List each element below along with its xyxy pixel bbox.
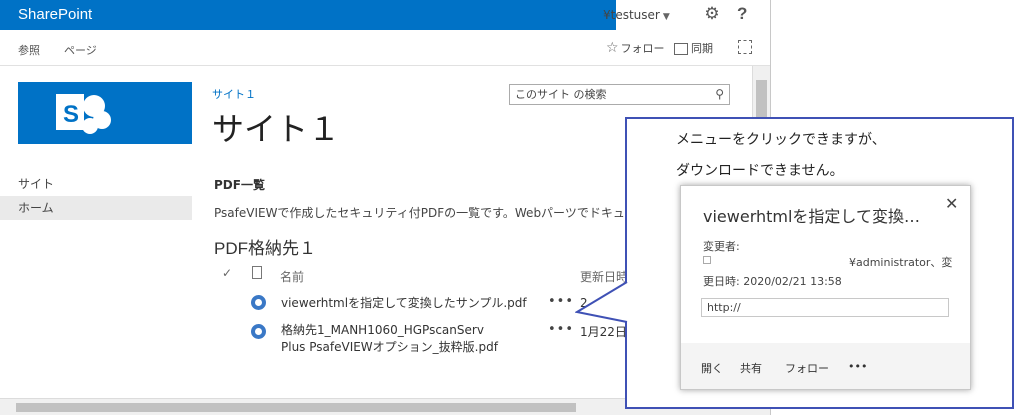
site-logo[interactable]: S [18, 82, 192, 144]
sync-button[interactable]: 同期 [674, 40, 713, 56]
modified-by-label: 変更者: [703, 240, 740, 253]
focus-on-content-icon[interactable] [738, 40, 752, 54]
search-icon[interactable]: ⚲ [715, 85, 724, 104]
callout-text-line2: ダウンロードできません。 [676, 163, 844, 179]
nav-item-home[interactable]: ホーム [0, 196, 192, 220]
modified-by-value[interactable]: ¥administrator、変 [849, 254, 952, 270]
file-name-link-continued[interactable]: Plus PsafeVIEWオプション_抜粋版.pdf [281, 339, 498, 356]
follow-label: フォロー [620, 42, 665, 55]
library-title[interactable]: PDF格納先１ [214, 234, 316, 259]
search-placeholder: このサイト の検索 [515, 88, 607, 101]
tab-browse[interactable]: 参照 [18, 42, 40, 58]
sharepoint-brand[interactable]: SharePoint [0, 0, 616, 30]
user-name: ¥testuser [603, 8, 660, 22]
tab-page[interactable]: ページ [64, 42, 97, 58]
nav-item-site[interactable]: サイト [0, 172, 192, 196]
quick-launch: サイト ホーム [0, 172, 192, 220]
webpart-description: PsafeVIEWで作成したセキュリティ付PDFの一覧です。Webパーツでドキュ… [214, 206, 624, 220]
document-callout-card: viewerhtmlを指定して変換… ✕ 変更者: ¥administrator… [680, 185, 971, 390]
file-name-link[interactable]: viewerhtmlを指定して変換したサンプル.pdf [281, 295, 527, 312]
gear-icon[interactable]: ⚙ [703, 5, 721, 23]
sync-label: 同期 [691, 42, 713, 55]
chevron-down-icon: ▼ [662, 12, 670, 22]
select-all-check-icon[interactable]: ✓ [222, 266, 232, 280]
modified-date: 更日時: 2020/02/21 13:58 [703, 275, 842, 288]
callout-text-line1: メニューをクリックできますが、 [676, 132, 886, 148]
row-menu-ellipsis[interactable]: ••• [548, 322, 574, 337]
card-title[interactable]: viewerhtmlを指定して変換… [703, 203, 943, 227]
sharepoint-logo-icon: S [56, 94, 111, 134]
suite-bar: SharePoint ¥testuser ▼ ⚙ ? [0, 0, 770, 30]
webpart-heading: PDF一覧 [214, 178, 265, 192]
document-type-icon [252, 266, 262, 279]
pdf-file-icon [251, 295, 266, 310]
callout-pointer [575, 281, 628, 323]
column-header-name[interactable]: 名前 [280, 268, 304, 285]
more-actions-ellipsis[interactable]: ••• [848, 360, 867, 373]
pdf-file-icon [251, 324, 266, 339]
url-field[interactable]: http:// [701, 298, 949, 317]
open-action[interactable]: 開く [701, 360, 723, 376]
follow-action[interactable]: フォロー [785, 360, 829, 376]
page-title: サイト１ [212, 111, 341, 147]
sync-icon [674, 43, 688, 55]
scrollbar-thumb[interactable] [16, 403, 576, 412]
svg-text:S: S [63, 101, 79, 128]
follow-button[interactable]: ☆ フォロー [606, 40, 665, 56]
share-action[interactable]: 共有 [740, 360, 762, 376]
row-menu-ellipsis[interactable]: ••• [548, 294, 574, 309]
search-input[interactable]: このサイト の検索 ⚲ [509, 84, 730, 105]
ribbon: 参照 ページ ☆ フォロー 同期 [0, 30, 770, 66]
help-icon[interactable]: ? [737, 4, 747, 24]
presence-indicator [703, 256, 711, 264]
card-actions: 開く 共有 フォロー ••• [681, 343, 970, 389]
file-name-link[interactable]: 格納先1_MANH1060_HGPscanServ [281, 322, 484, 339]
user-menu[interactable]: ¥testuser ▼ [603, 0, 670, 30]
star-icon: ☆ [606, 40, 619, 56]
breadcrumb[interactable]: サイト１ [212, 86, 256, 102]
close-icon[interactable]: ✕ [945, 194, 958, 213]
